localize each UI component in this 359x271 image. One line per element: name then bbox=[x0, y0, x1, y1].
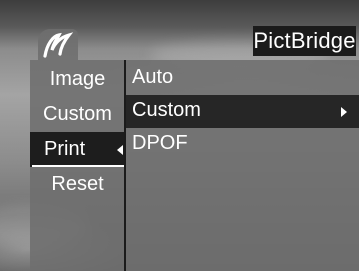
caret-right-icon bbox=[341, 107, 347, 117]
left-menu-item-print[interactable]: Print bbox=[30, 132, 125, 167]
left-menu: Image Custom Print Reset bbox=[30, 62, 125, 202]
mode-title: PictBridge bbox=[253, 26, 356, 56]
right-menu: Auto Custom DPOF bbox=[126, 62, 359, 161]
left-menu-item-reset[interactable]: Reset bbox=[30, 167, 125, 202]
left-menu-item-image[interactable]: Image bbox=[30, 62, 125, 97]
menu-item-label: Print bbox=[44, 138, 86, 160]
left-menu-item-custom[interactable]: Custom bbox=[30, 97, 125, 132]
right-menu-item-auto[interactable]: Auto bbox=[126, 62, 359, 95]
camera-screen: PictBridge Image Custom Print Reset Auto… bbox=[0, 0, 359, 271]
menu-item-label: Reset bbox=[51, 173, 104, 195]
right-menu-item-custom[interactable]: Custom bbox=[126, 95, 359, 128]
menu-item-label: Image bbox=[49, 68, 106, 90]
menu-item-label: Auto bbox=[132, 66, 174, 88]
menu-item-label: Custom bbox=[132, 99, 201, 121]
caret-left-icon bbox=[117, 145, 123, 155]
menu-item-label: DPOF bbox=[132, 132, 188, 154]
menu-item-label: Custom bbox=[43, 103, 112, 125]
right-menu-item-dpof[interactable]: DPOF bbox=[126, 128, 359, 161]
olympus-logo-icon bbox=[43, 32, 74, 58]
